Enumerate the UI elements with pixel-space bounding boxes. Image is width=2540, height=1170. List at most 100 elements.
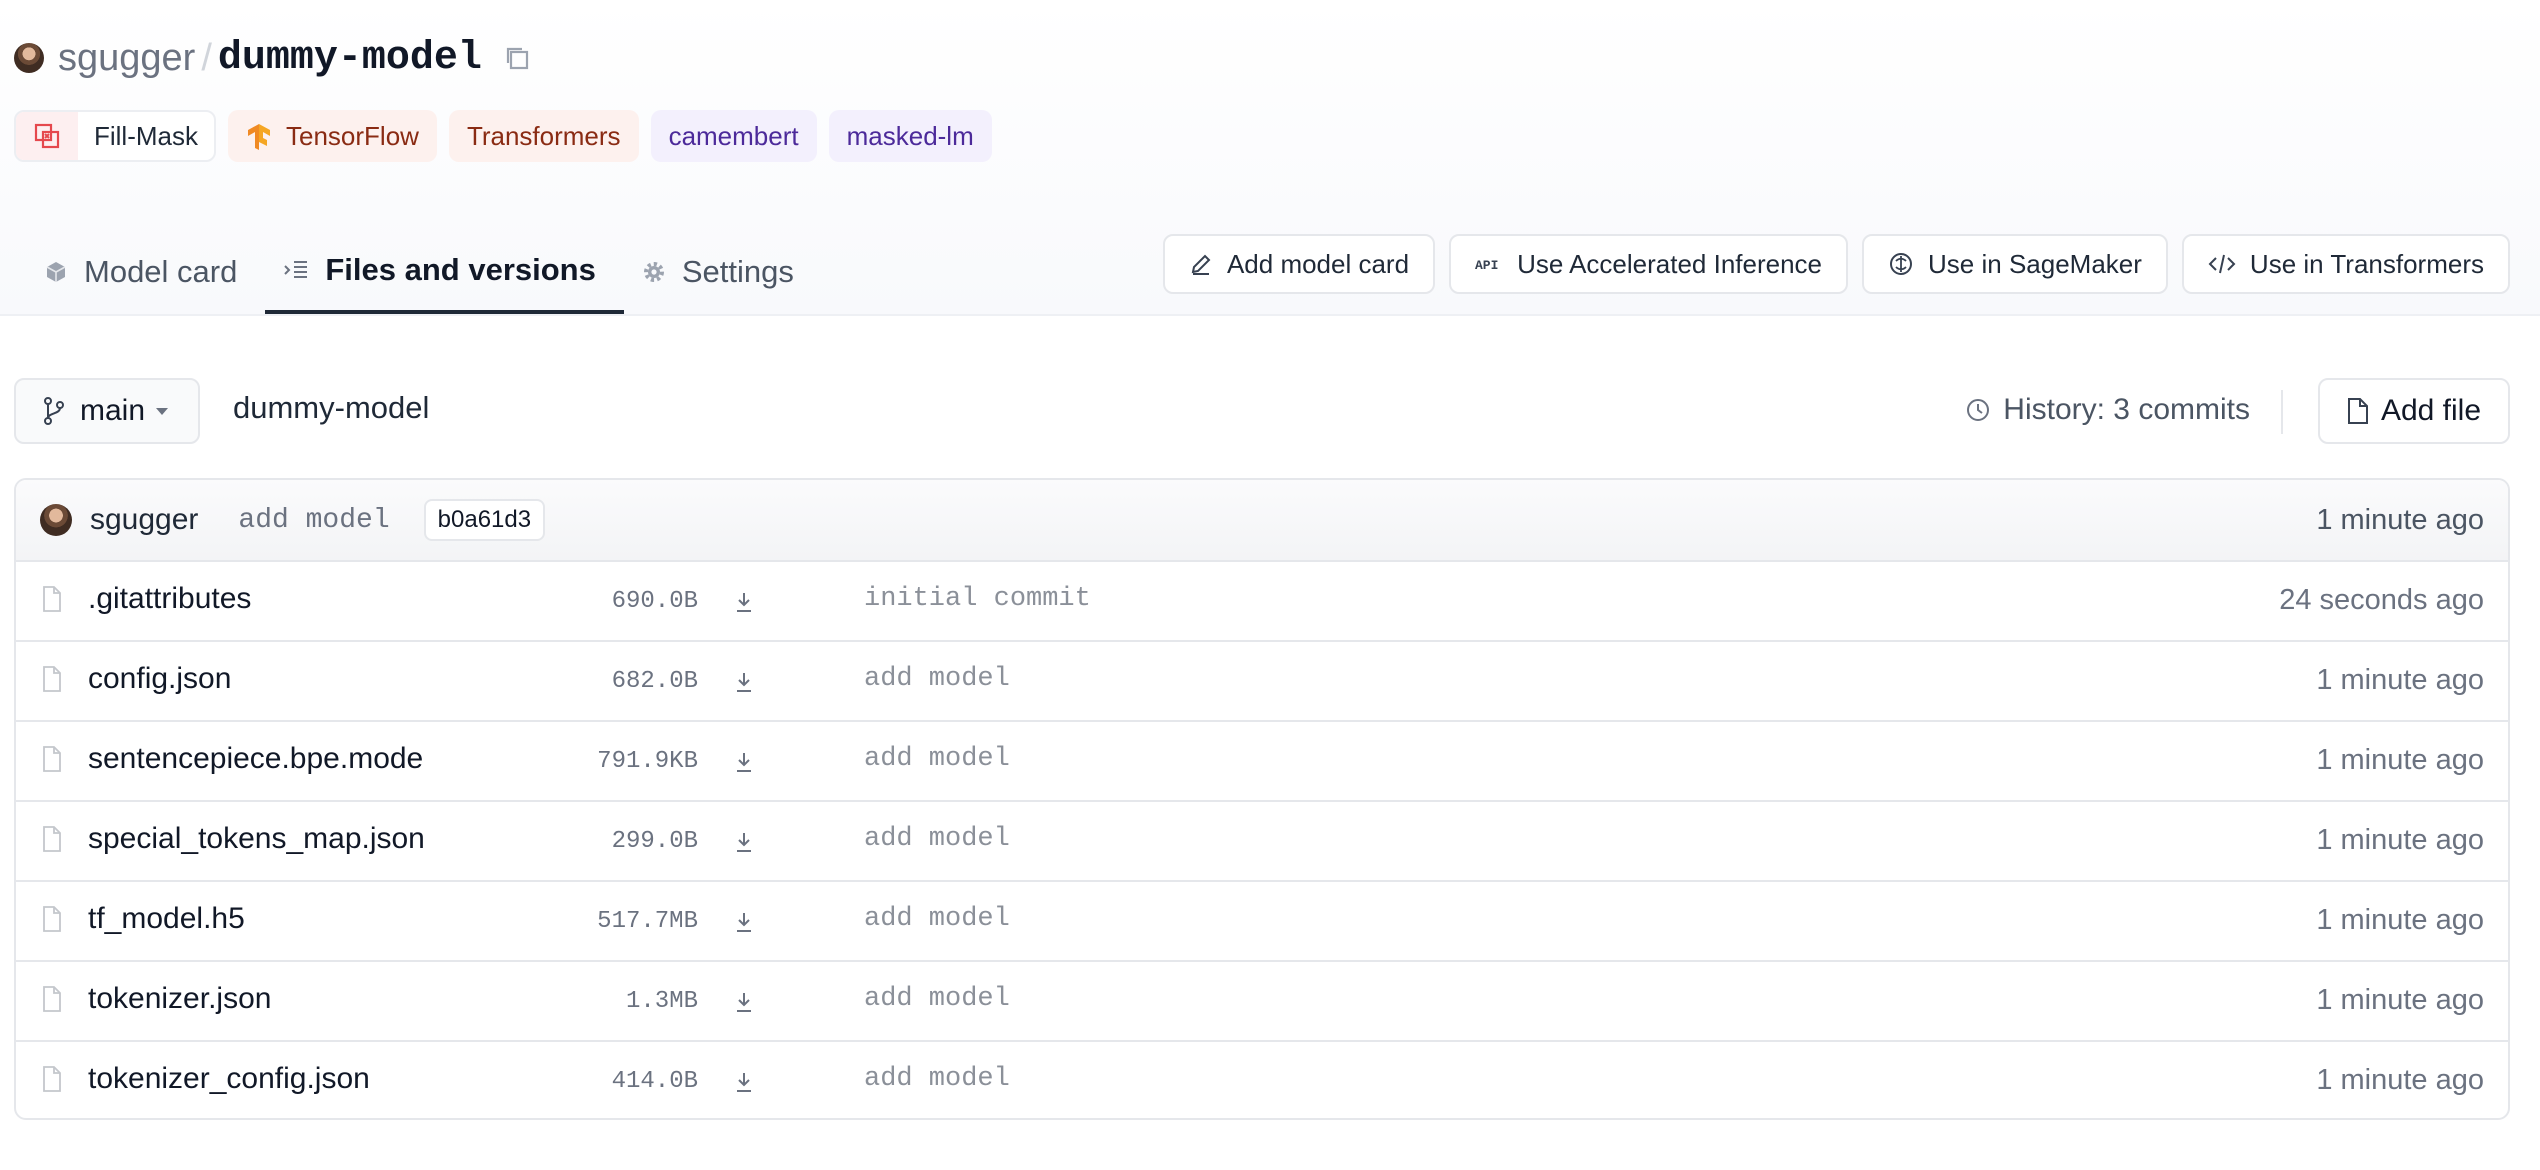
fill-mask-icon (16, 112, 78, 160)
caret-down-icon (155, 406, 169, 416)
file-commit-message[interactable]: add model (864, 664, 1010, 694)
file-row[interactable]: tokenizer.json 1.3MB add model 1 minute … (16, 962, 2508, 1042)
add-model-card-button[interactable]: Add model card (1162, 234, 1436, 294)
files-icon (283, 259, 309, 281)
svg-text:API: API (1475, 258, 1498, 273)
use-in-transformers-button[interactable]: Use in Transformers (2181, 234, 2510, 294)
commit-message[interactable]: add model (238, 505, 389, 536)
tab-label: Settings (681, 254, 794, 289)
file-row[interactable]: sentencepiece.bpe.mode 791.9KB add model… (16, 722, 2508, 802)
branch-selector[interactable]: main (14, 378, 200, 444)
repo-title: sgugger / dummy-model (14, 30, 534, 86)
clock-icon (1965, 397, 1991, 423)
file-name[interactable]: tokenizer.json (88, 982, 271, 1016)
file-name[interactable]: .gitattributes (88, 582, 251, 616)
file-name[interactable]: special_tokens_map.json (88, 822, 425, 856)
code-icon (2208, 253, 2236, 275)
file-name[interactable]: tokenizer_config.json (88, 1062, 370, 1096)
file-time: 24 seconds ago (2279, 584, 2484, 616)
tag-transformers[interactable]: Transformers (448, 110, 639, 162)
download-icon[interactable] (734, 830, 754, 854)
file-size: 517.7MB (597, 908, 698, 935)
tab-model-card[interactable]: Model card (26, 230, 265, 314)
file-name[interactable]: config.json (88, 662, 231, 696)
branch-name: main (80, 394, 146, 427)
file-name[interactable]: tf_model.h5 (88, 902, 245, 936)
download-icon[interactable] (734, 910, 754, 934)
file-icon (42, 1066, 62, 1092)
history-link[interactable]: History: 3 commits (1965, 388, 2250, 432)
tensorflow-icon (246, 122, 272, 150)
file-time: 1 minute ago (2316, 824, 2484, 856)
history-label: History: 3 commits (2003, 393, 2250, 426)
file-commit-message[interactable]: add model (864, 904, 1010, 934)
tab-label: Files and versions (325, 252, 596, 287)
file-icon (42, 906, 62, 932)
gear-icon (642, 260, 666, 284)
tab-files-and-versions[interactable]: Files and versions (265, 230, 624, 314)
owner-avatar[interactable] (14, 43, 44, 73)
tag-camembert[interactable]: camembert (650, 110, 817, 162)
file-size: 690.0B (611, 588, 698, 615)
file-commit-message[interactable]: add model (864, 984, 1010, 1014)
git-branch-icon (42, 396, 66, 426)
commit-hash-badge[interactable]: b0a61d3 (423, 499, 546, 541)
api-icon: API (1475, 254, 1503, 274)
tab-settings[interactable]: Settings (624, 230, 822, 314)
tag-masked-lm[interactable]: masked-lm (828, 110, 992, 162)
tag-tensorflow[interactable]: TensorFlow (228, 110, 437, 162)
tag-label: camembert (668, 120, 799, 151)
tag-fill-mask[interactable]: Fill-Mask (14, 110, 216, 162)
accelerated-inference-button[interactable]: API Use Accelerated Inference (1449, 234, 1849, 294)
file-row[interactable]: tf_model.h5 517.7MB add model 1 minute a… (16, 882, 2508, 962)
tab-label: Model card (84, 254, 238, 289)
file-plus-icon (2347, 397, 2369, 425)
tag-label: Transformers (466, 120, 621, 151)
file-row[interactable]: .gitattributes 690.0B initial commit 24 … (16, 562, 2508, 642)
file-size: 682.0B (611, 668, 698, 695)
file-time: 1 minute ago (2316, 1064, 2484, 1096)
header-actions: Add model card API Use Accelerated Infer… (1162, 234, 2510, 294)
pencil-icon (1189, 252, 1213, 276)
download-icon[interactable] (734, 1070, 754, 1094)
download-icon[interactable] (734, 750, 754, 774)
cube-icon (44, 260, 68, 284)
file-commit-message[interactable]: add model (864, 824, 1010, 854)
last-commit-row: sgugger add model b0a61d3 1 minute ago (16, 480, 2508, 562)
repo-tabs: Model card Files and versions Settings (26, 230, 822, 314)
tag-label: masked-lm (846, 120, 974, 151)
file-row[interactable]: tokenizer_config.json 414.0B add model 1… (16, 1042, 2508, 1118)
download-icon[interactable] (734, 990, 754, 1014)
file-size: 1.3MB (625, 988, 698, 1015)
repo-owner-link[interactable]: sgugger (58, 37, 195, 80)
button-label: Add model card (1226, 248, 1410, 279)
sagemaker-button[interactable]: Use in SageMaker (1862, 234, 2168, 294)
commit-author[interactable]: sgugger (90, 503, 198, 537)
file-row[interactable]: config.json 682.0B add model 1 minute ag… (16, 642, 2508, 722)
repo-name-link[interactable]: dummy-model (218, 36, 482, 81)
button-label: Add file (2380, 394, 2482, 427)
commit-author-avatar[interactable] (40, 504, 72, 536)
file-commit-message[interactable]: add model (864, 744, 1010, 774)
add-file-button[interactable]: Add file (2318, 378, 2510, 444)
sagemaker-icon (1888, 251, 1914, 277)
download-icon[interactable] (734, 670, 754, 694)
button-label: Use in Transformers (2249, 248, 2484, 279)
file-icon (42, 666, 62, 692)
file-size: 791.9KB (597, 748, 698, 775)
file-time: 1 minute ago (2316, 664, 2484, 696)
file-row[interactable]: special_tokens_map.json 299.0B add model… (16, 802, 2508, 882)
file-icon (42, 826, 62, 852)
tag-label: TensorFlow (286, 120, 419, 151)
file-name[interactable]: sentencepiece.bpe.mode (88, 742, 423, 776)
toolbar-divider (2281, 390, 2283, 434)
file-commit-message[interactable]: initial commit (864, 584, 1091, 614)
path-separator: / (201, 36, 212, 79)
repo-header: sgugger / dummy-model Fill-Mask TensorFl… (0, 0, 2540, 316)
commit-time: 1 minute ago (2316, 503, 2484, 536)
path-breadcrumb[interactable]: dummy-model (233, 390, 429, 426)
copy-icon[interactable] (500, 41, 534, 75)
download-icon[interactable] (734, 590, 754, 614)
file-commit-message[interactable]: add model (864, 1064, 1010, 1094)
file-icon (42, 586, 62, 612)
